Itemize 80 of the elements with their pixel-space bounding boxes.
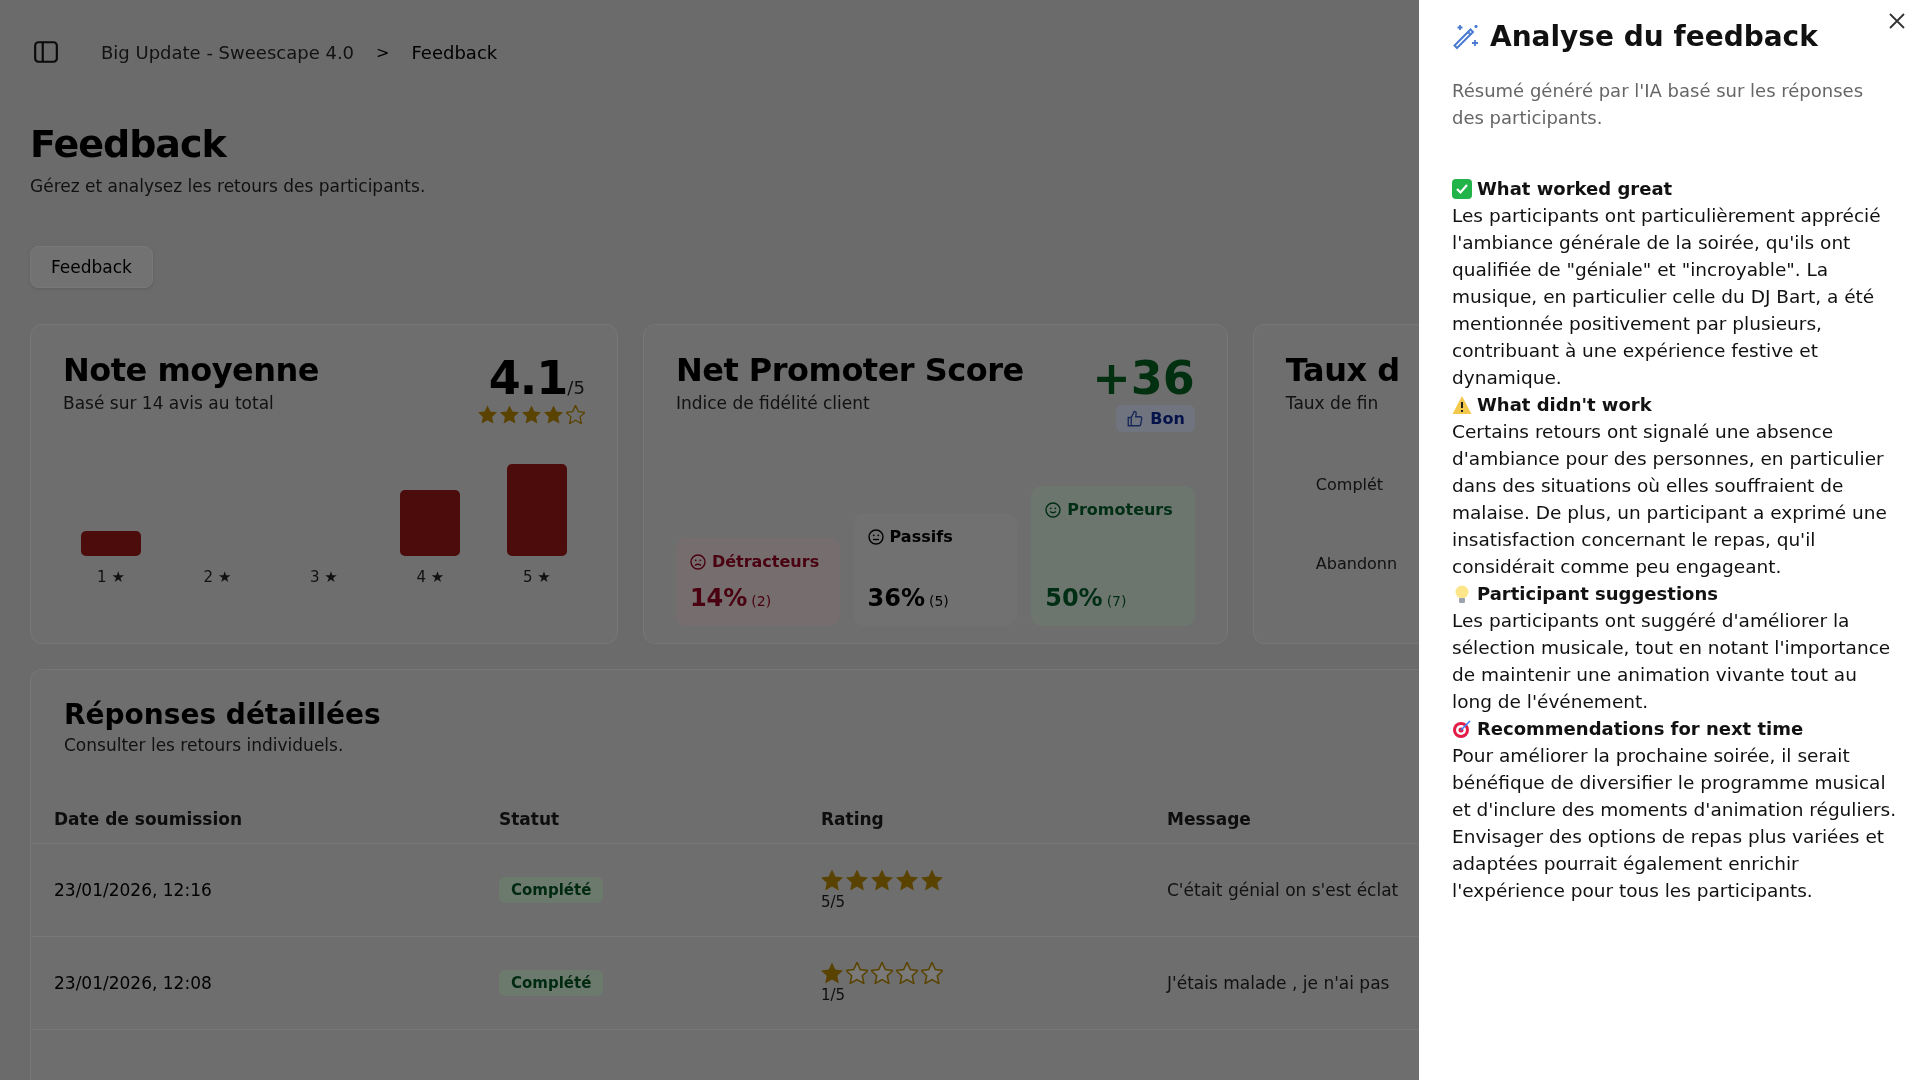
date-cell: 23/01/2026, 12:08 [31, 937, 476, 1030]
bar-label: 5 ★ [523, 568, 551, 586]
empty-star-icon [921, 962, 943, 984]
segment-percent: 14% [689, 584, 748, 612]
rating-bar [400, 490, 461, 556]
score-scale: /5 [567, 377, 585, 398]
star-icon [896, 869, 918, 891]
column-header: Rating [798, 795, 1144, 844]
rating-text: 1/5 [821, 986, 846, 1004]
face-icon [867, 528, 884, 545]
breadcrumb-separator: > [376, 42, 390, 62]
star-icon [871, 869, 893, 891]
panel-title: Analyse du feedback [1490, 20, 1818, 53]
empty-star-icon [565, 405, 585, 424]
page-subtitle: Gérez et analysez les retours des participants. [30, 176, 427, 196]
star-icon [521, 405, 541, 424]
star-icon [477, 405, 497, 424]
rating-badge: Bon [1116, 405, 1195, 432]
section-heading: Recommendations for next time [1477, 717, 1804, 741]
status-badge: Complété [499, 877, 604, 903]
tab[interactable]: Feedback [30, 246, 153, 288]
segment-label: Détracteurs [711, 552, 820, 571]
card-title: Taux d [1285, 351, 1401, 389]
magic-wand-icon [1452, 22, 1480, 51]
section-paragraph: Les participants ont particulièrement apprécié l'ambiance générale de la soirée, qu'ils ont qualifiée de "géniale" et "incroyable". La musique, en particulier celle du DJ Bart, a été mentionnée positivement par plusieurs, contribuant à une expérience festive et dynamique. [1452, 204, 1882, 390]
card-subtitle: Basé sur 14 avis au total [63, 393, 275, 413]
section-paragraph: Pour améliorer la prochaine soirée, il serait bénéfique de diversifier le programme musical et d'inclure des moments d'animation réguliers. Envisager des options de repas plus variées et adaptées pourrait également enrichir l'expérience pour tous les participants. [1452, 744, 1898, 903]
sidebar-toggle-icon[interactable] [33, 39, 59, 65]
face-icon [689, 553, 706, 570]
bar-label: 3 ★ [310, 568, 338, 586]
face-icon [1045, 501, 1062, 518]
column-header: Statut [476, 795, 798, 844]
card-subtitle: Taux de fin [1285, 393, 1380, 413]
section-title: Réponses détaillées [63, 698, 382, 731]
average-score: 4.1 [488, 351, 568, 405]
nps-score: +36 [1092, 351, 1195, 405]
segment-label: Promoteurs [1067, 500, 1173, 519]
status-badge: Complété [499, 970, 604, 996]
section-paragraph: Les participants ont suggéré d'améliorer la sélection musicale, tout en notant l'importance de maintenir une animation vivante tout au long de l'événement. [1452, 609, 1892, 714]
star-icon [821, 869, 843, 891]
card-subtitle: Indice de fidélité client [675, 393, 871, 413]
completion-label: Abandonn [1315, 554, 1399, 573]
segment-count: (7) [1106, 593, 1127, 609]
segment-count: (2) [751, 593, 772, 609]
thumbs-up-icon [1126, 409, 1145, 428]
target-icon [1452, 718, 1472, 739]
bar-label: 2 ★ [203, 568, 232, 586]
section-heading: What didn't work [1477, 393, 1652, 417]
empty-star-icon [896, 962, 918, 984]
page-title: Feedback [30, 122, 228, 166]
star-icon [821, 962, 843, 984]
panel-subtitle: Résumé généré par l'IA basé sur les réponses des participants. [1452, 79, 1864, 130]
rating-bar [81, 531, 141, 556]
warning-icon [1452, 394, 1472, 415]
breadcrumb-link[interactable]: Big Update - Sweescape 4.0 [101, 41, 355, 63]
completion-label: Complét [1315, 475, 1385, 494]
star-icon [543, 405, 563, 424]
date-cell: 23/01/2026, 12:16 [31, 844, 476, 937]
star-icon [846, 869, 868, 891]
bar-label: 1 ★ [97, 568, 125, 586]
empty-star-icon [846, 962, 868, 984]
close-icon [1888, 12, 1906, 30]
rating-text: 5/5 [821, 893, 846, 911]
column-header: Date de soumission [31, 795, 476, 844]
check-square-icon [1452, 178, 1472, 199]
segment-percent: 50% [1045, 584, 1103, 612]
card-title: Note moyenne [63, 351, 320, 389]
empty-star-icon [871, 962, 893, 984]
segment-label: Passifs [889, 527, 953, 546]
section-subtitle: Consulter les retours individuels. [63, 735, 345, 755]
segment-count: (5) [929, 593, 949, 609]
card-title: Net Promoter Score [675, 351, 1024, 389]
star-icon [921, 869, 943, 891]
section-heading: Participant suggestions [1477, 582, 1718, 606]
star-icon [499, 405, 519, 424]
segment-percent: 36% [867, 584, 925, 612]
bar-label: 4 ★ [416, 568, 445, 586]
section-paragraph: Certains retours ont signalé une absence d'ambiance pour des personnes, en particulier dans des situations où elles souffraient de malaise. De plus, un participant a exprimé une insatisfaction concernant le repas, qu'il considérait comme peu engageant. [1452, 420, 1888, 579]
section-heading: What worked great [1477, 177, 1673, 201]
breadcrumb-link[interactable]: Feedback [411, 41, 498, 63]
